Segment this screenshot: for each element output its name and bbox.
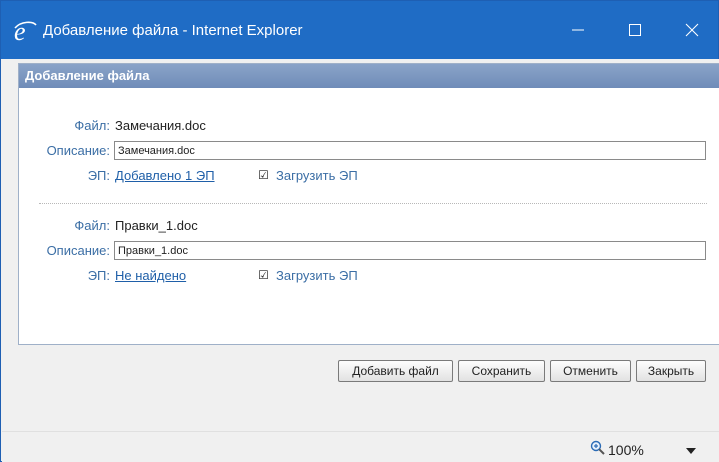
title-bar[interactable]: e Добавление файла - Internet Explorer <box>1 1 718 59</box>
add-file-dialog: Добавление файла Файл: Замечания.doc Опи… <box>18 63 719 345</box>
zoom-magnifier-icon <box>590 440 606 459</box>
description-row: Описание: <box>19 141 719 161</box>
signature-row: ЭП: Добавлено 1 ЭП ☑ Загрузить ЭП <box>19 166 719 186</box>
zoom-dropdown-icon[interactable] <box>686 443 696 458</box>
browser-window: e Добавление файла - Internet Explorer Д… <box>0 0 719 462</box>
minimize-icon <box>572 29 584 31</box>
close-window-button[interactable] <box>672 15 712 45</box>
minimize-button[interactable] <box>558 15 598 45</box>
close-icon <box>685 23 699 37</box>
signature-label: ЭП: <box>87 168 110 183</box>
file-separator <box>39 203 707 204</box>
signature-link[interactable]: Не найдено <box>115 268 186 283</box>
maximize-icon <box>629 24 641 36</box>
add-file-button[interactable]: Добавить файл <box>338 360 453 382</box>
dialog-header: Добавление файла <box>19 64 719 88</box>
signature-label: ЭП: <box>87 268 110 283</box>
description-label: Описание: <box>46 243 110 258</box>
window-title: Добавление файла - Internet Explorer <box>43 22 303 39</box>
maximize-button[interactable] <box>615 15 655 45</box>
file-name: Правки_1.doc <box>115 218 198 233</box>
upload-signature-checkbox[interactable]: ☑ Загрузить ЭП <box>257 268 358 283</box>
zoom-level: 100% <box>608 441 644 458</box>
checkbox-checked-icon[interactable]: ☑ <box>257 169 270 182</box>
checkbox-checked-icon[interactable]: ☑ <box>257 269 270 282</box>
save-button[interactable]: Сохранить <box>458 360 545 382</box>
cancel-button[interactable]: Отменить <box>550 360 631 382</box>
status-bar: 100% <box>2 431 719 462</box>
description-label: Описание: <box>46 143 110 158</box>
upload-signature-checkbox[interactable]: ☑ Загрузить ЭП <box>257 168 358 183</box>
signature-row: ЭП: Не найдено ☑ Загрузить ЭП <box>19 266 719 286</box>
file-label: Файл: <box>74 118 110 133</box>
file-label: Файл: <box>74 218 110 233</box>
zoom-control[interactable]: 100% <box>590 440 644 459</box>
upload-signature-label: Загрузить ЭП <box>276 168 358 183</box>
upload-signature-label: Загрузить ЭП <box>276 268 358 283</box>
description-input[interactable] <box>114 141 706 160</box>
file-row: Файл: Замечания.doc <box>19 116 719 136</box>
signature-link[interactable]: Добавлено 1 ЭП <box>115 168 215 183</box>
description-input[interactable] <box>114 241 706 260</box>
page-content: Добавление файла Файл: Замечания.doc Опи… <box>2 59 719 431</box>
close-button[interactable]: Закрыть <box>636 360 706 382</box>
file-row: Файл: Правки_1.doc <box>19 216 719 236</box>
dialog-buttons: Добавить файл Сохранить Отменить Закрыть <box>2 360 719 384</box>
description-row: Описание: <box>19 241 719 261</box>
file-name: Замечания.doc <box>115 118 206 133</box>
internet-explorer-icon: e <box>13 17 37 46</box>
